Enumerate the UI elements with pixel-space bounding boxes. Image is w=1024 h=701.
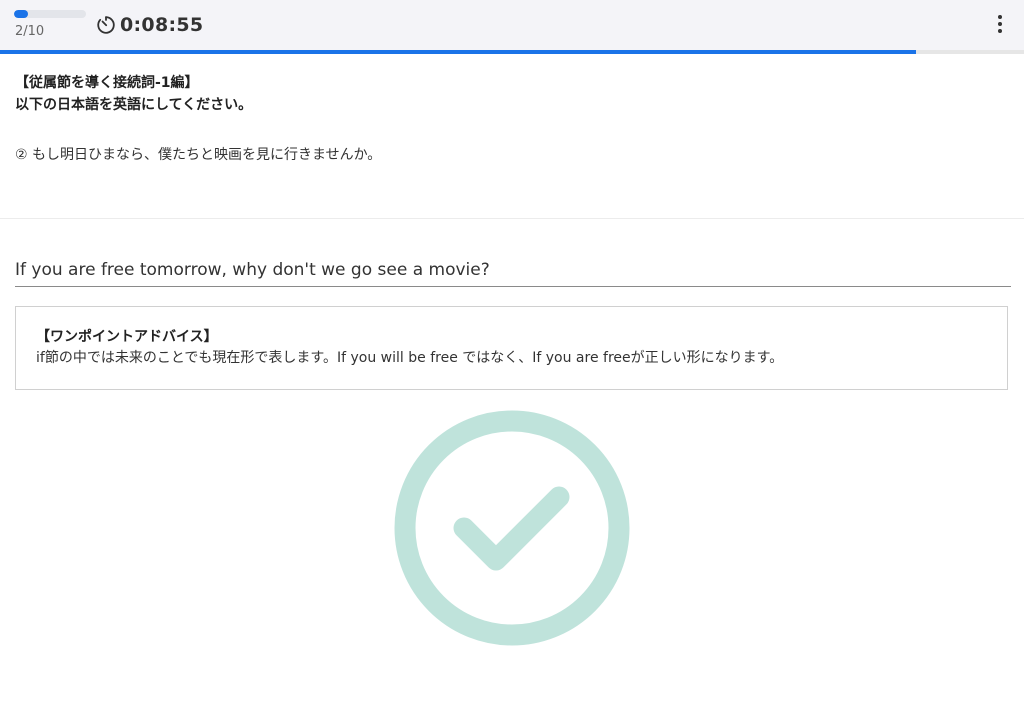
check-circle-icon bbox=[392, 408, 632, 648]
question-counter: 2/10 bbox=[15, 24, 45, 39]
advice-title: 【ワンポイントアドバイス】 bbox=[36, 329, 218, 345]
question-progress-bar bbox=[14, 10, 86, 18]
quiz-progress-bar bbox=[0, 50, 1024, 54]
top-bar: 2/10 0:08:55 bbox=[0, 0, 1024, 50]
quiz-progress-fill bbox=[0, 50, 917, 54]
timer-text: 0:08:55 bbox=[120, 14, 204, 36]
question-instruction: 以下の日本語を英語にしてください。 bbox=[15, 97, 253, 113]
timer-icon bbox=[96, 15, 116, 35]
question-progress-fill bbox=[14, 10, 29, 18]
advice-text: if節の中では未来のことでも現在形で表します。If you will be fr… bbox=[36, 350, 784, 366]
section-divider bbox=[0, 218, 1024, 219]
advice-box: 【ワンポイントアドバイス】 if節の中では未来のことでも現在形で表します。If … bbox=[15, 306, 1008, 390]
timer: 0:08:55 bbox=[96, 13, 203, 37]
question-text: ② もし明日ひまなら、僕たちと映画を見に行きませんか。 bbox=[15, 147, 382, 163]
more-vertical-icon[interactable] bbox=[990, 14, 1010, 34]
answer-input[interactable]: If you are free tomorrow, why don't we g… bbox=[15, 256, 1011, 287]
question-panel: 【従属節を導く接続詞-1編】 以下の日本語を英語にしてください。 ② もし明日ひ… bbox=[15, 72, 1005, 166]
question-heading: 【従属節を導く接続詞-1編】 bbox=[15, 75, 199, 91]
